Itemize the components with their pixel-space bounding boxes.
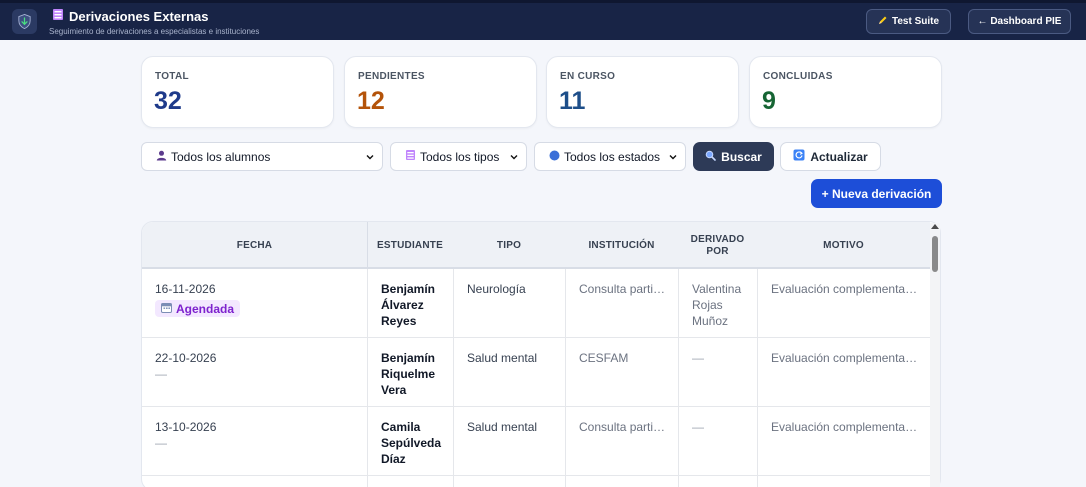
institucion-text: Consulta particular xyxy=(579,420,666,434)
cell-fecha: 16-11-2026 Agendada xyxy=(142,269,367,337)
column-header-institucion[interactable]: INSTITUCIÓN xyxy=(565,222,678,269)
tipos-select[interactable]: Todos los tipos xyxy=(390,142,527,171)
buscar-button[interactable]: Buscar xyxy=(693,142,774,171)
books-icon xyxy=(52,8,64,24)
derivaciones-table: FECHA ESTUDIANTE TIPO INSTITUCIÓN DERIVA… xyxy=(141,221,941,487)
cell-institucion: CESFAM xyxy=(565,338,678,406)
search-icon xyxy=(705,150,716,164)
status-badge: Agendada xyxy=(155,300,241,317)
column-header-motivo[interactable]: MOTIVO xyxy=(757,222,930,269)
stat-card-en-curso: EN CURSO 11 xyxy=(546,56,739,128)
cell-institucion: Consulta particular xyxy=(565,407,678,475)
column-header-fecha[interactable]: FECHA xyxy=(142,222,367,269)
stat-card-pendientes: PENDIENTES 12 xyxy=(344,56,537,128)
cell-institucion: Consulta particular xyxy=(565,269,678,337)
column-header-estudiante[interactable]: ESTUDIANTE xyxy=(367,222,453,269)
stat-card-total: TOTAL 32 xyxy=(141,56,334,128)
table-row[interactable]: 22-10-2026 — Benjamín Riquelme Vera Salu… xyxy=(142,338,930,407)
table-row[interactable]: 13-10-2026 — Camila Sepúlveda Díaz Salud… xyxy=(142,407,930,476)
motivo-text: Evaluación complementaria xyxy=(771,420,918,434)
tipos-select-value: Todos los tipos xyxy=(420,149,500,164)
stat-value: 11 xyxy=(559,87,586,115)
refresh-icon xyxy=(793,149,805,164)
calendar-icon xyxy=(161,301,172,317)
estados-select[interactable]: Todos los estados xyxy=(534,142,686,171)
stat-card-concluidas: CONCLUIDAS 9 xyxy=(749,56,942,128)
books-icon xyxy=(405,149,416,164)
fecha-text: 16-11-2026 xyxy=(155,282,216,296)
top-bar: Derivaciones Externas Seguimiento de der… xyxy=(0,0,1086,40)
stat-label: PENDIENTES xyxy=(358,71,425,82)
chevron-down-icon xyxy=(366,154,374,159)
institucion-text: CESFAM xyxy=(579,351,629,365)
test-suite-button[interactable]: Test Suite xyxy=(866,9,951,34)
chevron-down-icon xyxy=(669,154,677,159)
cell-fecha xyxy=(142,476,367,487)
cell-estudiante: Benjamín Álvarez Reyes xyxy=(367,269,453,337)
cell-estudiante xyxy=(367,476,453,487)
scroll-up-arrow-icon[interactable] xyxy=(931,224,939,229)
column-header-derivado-por[interactable]: DERIVADO POR xyxy=(678,222,757,269)
fecha-text: 13-10-2026 xyxy=(155,420,217,434)
table-row[interactable] xyxy=(142,476,930,487)
fecha-text: 22-10-2026 xyxy=(155,351,217,365)
alumnos-select-value: Todos los alumnos xyxy=(171,149,271,164)
cell-derivado-por xyxy=(678,476,757,487)
cell-derivado-por: Valentina Rojas Muñoz xyxy=(678,269,757,337)
table-row[interactable]: 16-11-2026 Agendada Benjamín Álvarez Rey… xyxy=(142,269,930,338)
column-header-tipo[interactable]: TIPO xyxy=(453,222,565,269)
cell-motivo: Evaluación complementaria xyxy=(757,338,930,406)
stat-value: 32 xyxy=(154,87,182,115)
actualizar-label: Actualizar xyxy=(810,149,868,164)
cell-fecha: 22-10-2026 — xyxy=(142,338,367,406)
cell-tipo: Salud mental xyxy=(453,407,565,475)
cell-institucion xyxy=(565,476,678,487)
table-scrollbar-thumb[interactable] xyxy=(932,236,938,272)
estado-text: — xyxy=(155,367,167,381)
cell-motivo: Evaluación complementaria xyxy=(757,269,930,337)
test-suite-label: Test Suite xyxy=(891,16,940,27)
cell-estudiante: Camila Sepúlveda Díaz xyxy=(367,407,453,475)
page-subtitle: Seguimiento de derivaciones a especialis… xyxy=(49,27,260,36)
cell-tipo: Salud mental xyxy=(453,338,565,406)
pencil-icon xyxy=(878,15,888,28)
shield-logo-icon xyxy=(12,9,37,34)
dashboard-button[interactable]: ← Dashboard PIE xyxy=(968,9,1071,34)
cell-tipo xyxy=(453,476,565,487)
cell-motivo: Evaluación complementaria xyxy=(757,407,930,475)
stat-label: CONCLUIDAS xyxy=(763,71,833,82)
user-icon xyxy=(156,150,167,164)
estado-text: — xyxy=(155,436,167,450)
buscar-label: Buscar xyxy=(721,149,762,164)
dashboard-label: ← Dashboard PIE xyxy=(977,16,1062,27)
cell-derivado-por: — xyxy=(678,407,757,475)
stat-value: 12 xyxy=(357,87,385,115)
cell-estudiante: Benjamín Riquelme Vera xyxy=(367,338,453,406)
stat-value: 9 xyxy=(762,87,776,115)
chevron-down-icon xyxy=(510,154,518,159)
page-title-text: Derivaciones Externas xyxy=(69,8,209,24)
cell-motivo xyxy=(757,476,930,487)
blue-circle-icon xyxy=(549,150,560,164)
alumnos-select[interactable]: Todos los alumnos xyxy=(141,142,383,171)
actualizar-button[interactable]: Actualizar xyxy=(780,142,881,171)
motivo-text: Evaluación complementaria xyxy=(771,282,918,296)
estados-select-value: Todos los estados xyxy=(564,149,661,164)
motivo-text: Evaluación complementaria xyxy=(771,351,918,365)
page-title: Derivaciones Externas xyxy=(52,8,208,24)
status-badge-label: Agendada xyxy=(176,301,235,316)
institucion-text: Consulta particular xyxy=(579,282,666,296)
nueva-derivacion-label: + Nueva derivación xyxy=(821,186,932,201)
cell-fecha: 13-10-2026 — xyxy=(142,407,367,475)
cell-tipo: Neurología xyxy=(453,269,565,337)
stat-label: EN CURSO xyxy=(560,71,616,82)
cell-derivado-por: — xyxy=(678,338,757,406)
nueva-derivacion-button[interactable]: + Nueva derivación xyxy=(811,179,942,208)
table-header: FECHA ESTUDIANTE TIPO INSTITUCIÓN DERIVA… xyxy=(142,222,930,269)
stat-label: TOTAL xyxy=(155,71,189,82)
